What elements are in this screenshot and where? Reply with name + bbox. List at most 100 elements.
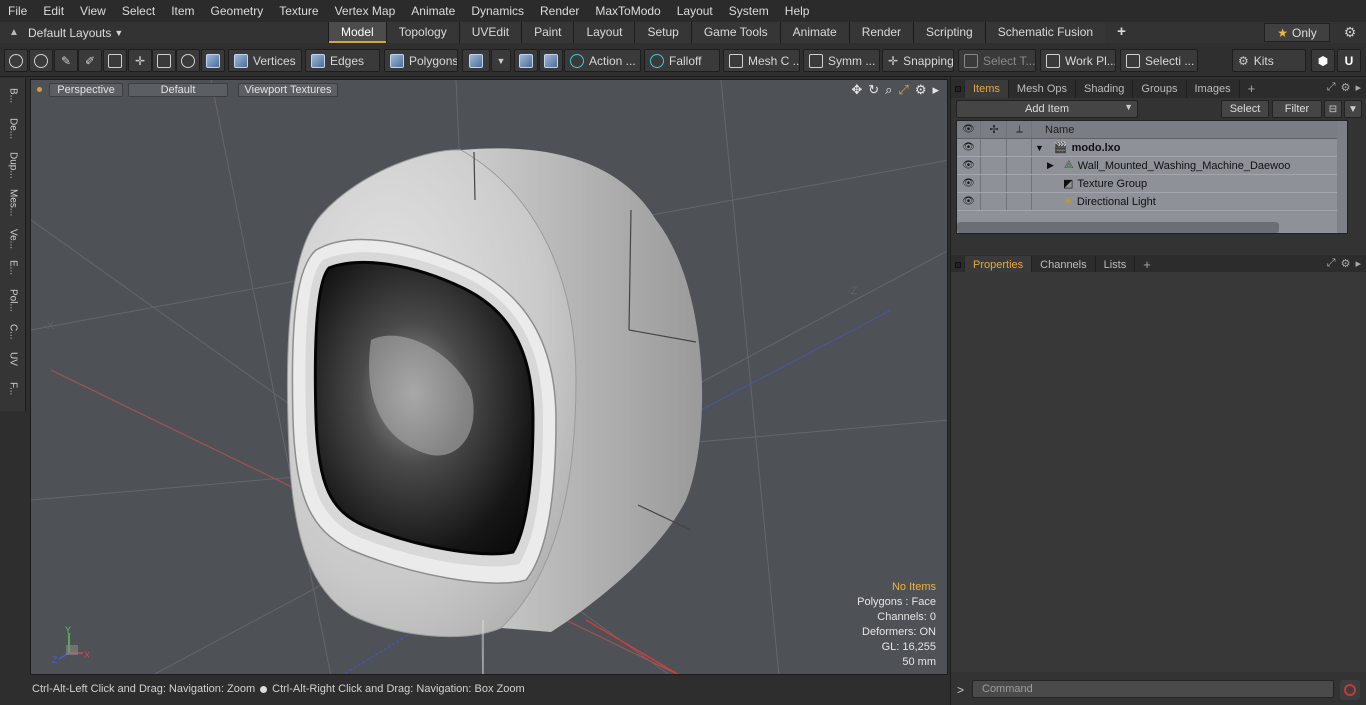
- mesh-constraints-button[interactable]: Mesh C ...: [723, 49, 800, 72]
- add-panel-tab-icon[interactable]: +: [1240, 80, 1264, 98]
- pen-button[interactable]: ✎: [54, 49, 78, 72]
- tab-images[interactable]: Images: [1187, 79, 1240, 98]
- globe-button[interactable]: [29, 49, 53, 72]
- modo-cube-button[interactable]: ⬢: [1311, 49, 1335, 72]
- kits-button[interactable]: ⚙ Kits: [1232, 49, 1306, 72]
- tree-item-texture-group[interactable]: ◩ Texture Group: [1057, 177, 1147, 191]
- falloff-button[interactable]: Falloff: [644, 49, 720, 72]
- side-tab-polygon[interactable]: Pol...: [3, 282, 23, 318]
- select-button[interactable]: Select: [1221, 100, 1269, 118]
- tree-item-scene[interactable]: ▼ 🎬 modo.lxo: [1035, 141, 1121, 155]
- maximize-icon[interactable]: ⤢: [898, 82, 908, 98]
- tab-schematic-fusion[interactable]: Schematic Fusion: [984, 22, 1106, 43]
- visibility-eye-icon[interactable]: 👁: [957, 193, 981, 210]
- view-mode-button[interactable]: Perspective: [49, 83, 123, 97]
- polygons-button[interactable]: Polygons: [384, 49, 458, 72]
- unreal-button[interactable]: U: [1337, 49, 1361, 72]
- crosshair-button[interactable]: ✛: [128, 49, 152, 72]
- tab-topology[interactable]: Topology: [385, 22, 459, 43]
- mode-dropdown-button[interactable]: ▼: [491, 49, 511, 72]
- menu-select[interactable]: Select: [114, 0, 163, 22]
- viewport-gear-icon[interactable]: ⚙: [915, 82, 927, 98]
- action-center-button[interactable]: Action ...: [564, 49, 641, 72]
- vertices-button[interactable]: Vertices: [228, 49, 302, 72]
- frame-button[interactable]: [152, 49, 176, 72]
- menu-item[interactable]: Item: [163, 0, 202, 22]
- expand-down-icon[interactable]: ▼: [1035, 143, 1044, 153]
- pan-icon[interactable]: ✥: [851, 82, 862, 98]
- tab-animate[interactable]: Animate: [779, 22, 849, 43]
- command-input[interactable]: Command: [972, 680, 1334, 698]
- pivot-button[interactable]: [539, 49, 563, 72]
- panel-arrow-icon[interactable]: ▸: [1355, 81, 1361, 94]
- panel-gear-icon[interactable]: ⚙: [1341, 81, 1351, 94]
- sphere-button[interactable]: [176, 49, 200, 72]
- viewport-menu-dot-icon[interactable]: [37, 87, 42, 92]
- name-column-header[interactable]: Name: [1045, 124, 1074, 136]
- add-properties-tab-icon[interactable]: +: [1135, 256, 1159, 274]
- workplane-button[interactable]: Work Pl...: [1040, 49, 1116, 72]
- side-tab-vertex[interactable]: Ve...: [3, 224, 23, 254]
- side-tab-mesh-edit[interactable]: Mes...: [3, 184, 23, 222]
- tab-channels[interactable]: Channels: [1032, 255, 1096, 274]
- washing-machine-model[interactable]: [286, 148, 703, 675]
- properties-gear-icon[interactable]: ⚙: [1341, 257, 1351, 270]
- visibility-eye-icon[interactable]: 👁: [957, 175, 981, 192]
- align-button[interactable]: [103, 49, 127, 72]
- 3d-viewport[interactable]: -X -Z Perspective Default Viewport Textu…: [30, 79, 948, 675]
- menu-system[interactable]: System: [721, 0, 777, 22]
- tab-groups[interactable]: Groups: [1133, 79, 1187, 98]
- tree-row[interactable]: 👁 ▶ ⟁ Wall_Mounted_Washing_Machine_Daewo…: [957, 157, 1347, 175]
- mesh-cube-button[interactable]: [201, 49, 225, 72]
- zoom-icon[interactable]: ⌕: [885, 82, 892, 98]
- edges-button[interactable]: Edges: [305, 49, 380, 72]
- gear-icon[interactable]: ⚙: [1336, 23, 1364, 42]
- tree-horizontal-scrollbar[interactable]: [957, 222, 1279, 233]
- expand-panel-icon[interactable]: ⤢: [1327, 81, 1336, 94]
- snapping-button[interactable]: ✛ Snapping: [882, 49, 954, 72]
- collapse-list-icon[interactable]: ⊟: [1324, 100, 1342, 118]
- properties-arrow-icon[interactable]: ▸: [1355, 257, 1361, 270]
- expand-properties-icon[interactable]: ⤢: [1327, 257, 1336, 270]
- collapse-icon[interactable]: ▲: [0, 27, 28, 38]
- side-tab-curve[interactable]: C...: [3, 320, 23, 344]
- tab-scripting[interactable]: Scripting: [913, 22, 985, 43]
- side-tab-basic[interactable]: B...: [3, 82, 23, 110]
- select-circle-button[interactable]: [4, 49, 28, 72]
- tab-game-tools[interactable]: Game Tools: [690, 22, 780, 43]
- viewport-textures-button[interactable]: Viewport Textures: [238, 83, 338, 97]
- tab-uvedit[interactable]: UVEdit: [458, 22, 522, 43]
- filter-button[interactable]: Filter: [1272, 100, 1322, 118]
- brush-button[interactable]: ✐: [78, 49, 102, 72]
- menu-vertex-map[interactable]: Vertex Map: [327, 0, 404, 22]
- tree-item-light[interactable]: ☀ Directional Light: [1057, 195, 1156, 209]
- tab-layout[interactable]: Layout: [573, 22, 635, 43]
- menu-help[interactable]: Help: [777, 0, 818, 22]
- menu-animate[interactable]: Animate: [403, 0, 463, 22]
- menu-geometry[interactable]: Geometry: [203, 0, 272, 22]
- tree-vertical-scrollbar[interactable]: [1337, 121, 1347, 233]
- side-tab-fusion[interactable]: F...: [3, 374, 23, 404]
- viewport-menu-arrow-icon[interactable]: ▸: [932, 82, 939, 98]
- side-tab-deform[interactable]: De...: [3, 112, 23, 146]
- symmetry-button[interactable]: Symm ...: [803, 49, 880, 72]
- menu-texture[interactable]: Texture: [271, 0, 326, 22]
- tree-row[interactable]: 👁 ◩ Texture Group: [957, 175, 1347, 193]
- filter-funnel-icon[interactable]: ▼: [1344, 100, 1362, 118]
- tab-shading[interactable]: Shading: [1076, 79, 1134, 98]
- only-button[interactable]: ★ Only: [1264, 23, 1330, 42]
- side-tab-uv[interactable]: UV: [3, 346, 23, 372]
- panel-menu-icon[interactable]: [951, 85, 965, 92]
- menu-view[interactable]: View: [72, 0, 114, 22]
- tab-properties[interactable]: Properties: [965, 255, 1033, 274]
- shading-mode-button[interactable]: Default: [128, 83, 228, 97]
- rotate-icon[interactable]: ↻: [868, 82, 879, 98]
- menu-render[interactable]: Render: [532, 0, 587, 22]
- tab-paint[interactable]: Paint: [521, 22, 574, 43]
- menu-layout[interactable]: Layout: [669, 0, 721, 22]
- select-through-button[interactable]: Select T...: [958, 49, 1036, 72]
- add-tab-icon[interactable]: +: [1105, 22, 1138, 43]
- selection-sets-button[interactable]: Selecti ...: [1120, 49, 1198, 72]
- tab-render[interactable]: Render: [848, 22, 914, 43]
- tab-setup[interactable]: Setup: [634, 22, 691, 43]
